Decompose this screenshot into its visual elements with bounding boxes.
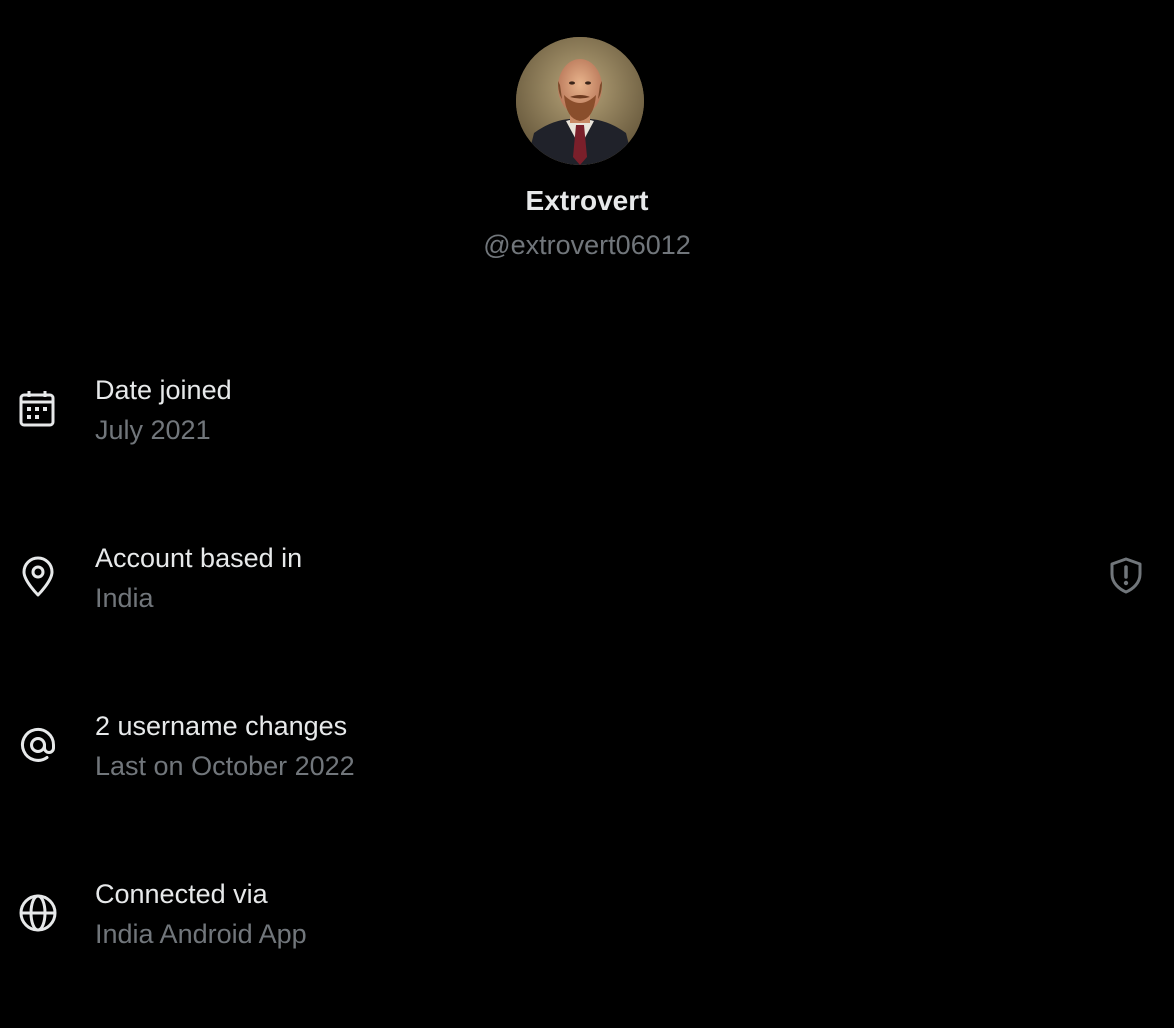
avatar[interactable]: [516, 37, 644, 165]
calendar-icon: [16, 387, 60, 431]
globe-icon: [16, 891, 60, 935]
info-row-connected-via: Connected via India Android App: [0, 877, 1174, 957]
date-joined-value: July 2021: [95, 415, 211, 445]
at-sign-icon: [16, 723, 60, 767]
connected-via-label: Connected via: [95, 879, 268, 909]
info-row-date-joined: Date joined July 2021: [0, 373, 1174, 453]
account-based-in-label: Account based in: [95, 543, 303, 573]
username-changes-label: 2 username changes: [95, 711, 348, 741]
username-handle: @extrovert06012: [483, 230, 691, 260]
date-joined-label: Date joined: [95, 375, 232, 405]
display-name: Extrovert: [525, 185, 649, 216]
info-row-account-based-in: Account based in India: [0, 541, 1174, 621]
info-row-username-changes: 2 username changes Last on October 2022: [0, 709, 1174, 789]
connected-via-value: India Android App: [95, 919, 307, 949]
shield-alert-icon[interactable]: [1106, 555, 1146, 595]
account-based-in-value: India: [95, 583, 154, 613]
location-pin-icon: [16, 555, 60, 599]
avatar-portrait: [516, 37, 644, 165]
username-changes-value: Last on October 2022: [95, 751, 355, 781]
